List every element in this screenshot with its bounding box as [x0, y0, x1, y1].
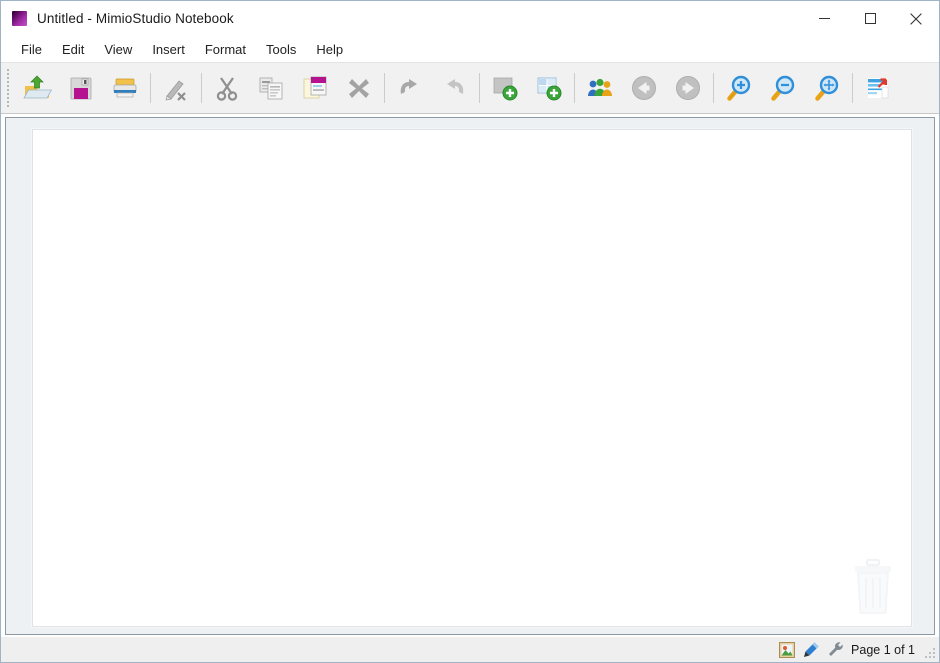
toolbar-separator: [150, 73, 151, 103]
full-screen-button[interactable]: [856, 66, 900, 110]
copy-document-icon: [259, 77, 283, 100]
scissors-icon: [216, 77, 238, 101]
pen-tool-icon: [803, 642, 819, 657]
toolbar-separator: [479, 73, 480, 103]
menu-item-format[interactable]: Format: [195, 39, 256, 60]
mimio-logo-icon: [12, 11, 27, 26]
duplicate-page-button[interactable]: [527, 66, 571, 110]
zoom-fit-button[interactable]: [805, 66, 849, 110]
window-controls: [801, 1, 939, 36]
gallery-picture-icon: [779, 641, 796, 658]
printer-icon: [113, 78, 137, 98]
menu-item-view[interactable]: View: [94, 39, 142, 60]
previous-page-button[interactable]: [622, 66, 666, 110]
copy-button[interactable]: [249, 66, 293, 110]
menu-item-tools[interactable]: Tools: [256, 39, 306, 60]
pen-tool-button[interactable]: [799, 640, 823, 660]
maximize-icon: [864, 13, 876, 24]
clear-ink-button[interactable]: [154, 66, 198, 110]
zoom-in-button[interactable]: [717, 66, 761, 110]
paste-clipboard-icon: [303, 76, 327, 99]
menu-item-edit[interactable]: Edit: [52, 39, 94, 60]
cut-button[interactable]: [205, 66, 249, 110]
arrow-left-circle-icon: [632, 76, 656, 100]
toolbar-separator: [852, 73, 853, 103]
menu-item-help[interactable]: Help: [306, 39, 353, 60]
gallery-button[interactable]: [775, 640, 799, 660]
close-icon: [910, 12, 922, 25]
group-people-icon: [588, 78, 612, 96]
save-button[interactable]: [59, 66, 103, 110]
tools-button[interactable]: [823, 640, 847, 660]
pen-erase-icon: [165, 80, 186, 101]
new-page-plus-icon: [493, 77, 518, 101]
canvas-workspace[interactable]: [5, 117, 935, 635]
delete-button[interactable]: [337, 66, 381, 110]
application-window: Untitled - MimioStudio Notebook File Edi…: [0, 0, 940, 663]
undo-arrow-icon: [400, 79, 417, 94]
open-file-button[interactable]: [15, 66, 59, 110]
title-bar: Untitled - MimioStudio Notebook: [1, 1, 939, 36]
toolbar-separator: [384, 73, 385, 103]
toolbar-drag-handle[interactable]: [4, 67, 12, 109]
resize-grip-icon[interactable]: [921, 640, 937, 660]
paste-button[interactable]: [293, 66, 337, 110]
redo-arrow-icon: [447, 79, 464, 94]
duplicate-page-plus-icon: [537, 77, 562, 101]
collaborate-button[interactable]: [578, 66, 622, 110]
undo-button[interactable]: [388, 66, 432, 110]
window-title: Untitled - MimioStudio Notebook: [37, 11, 234, 26]
close-button[interactable]: [893, 1, 939, 36]
page-indicator: Page 1 of 1: [851, 642, 915, 657]
menu-item-file[interactable]: File: [11, 39, 52, 60]
toolbar-separator: [713, 73, 714, 103]
redo-button[interactable]: [432, 66, 476, 110]
menu-bar: File Edit View Insert Format Tools Help: [1, 36, 939, 62]
next-page-button[interactable]: [666, 66, 710, 110]
arrow-right-circle-icon: [676, 76, 700, 100]
main-toolbar: [1, 62, 939, 114]
new-page-button[interactable]: [483, 66, 527, 110]
minimize-button[interactable]: [801, 1, 847, 36]
trash-can-icon: [855, 558, 891, 614]
fullscreen-export-icon: [868, 78, 889, 99]
status-bar: Page 1 of 1: [1, 637, 939, 662]
menu-item-insert[interactable]: Insert: [142, 39, 195, 60]
minimize-icon: [818, 18, 830, 19]
print-button[interactable]: [103, 66, 147, 110]
floppy-disk-save-icon: [70, 77, 92, 100]
zoom-out-button[interactable]: [761, 66, 805, 110]
toolbar-separator: [201, 73, 202, 103]
notebook-page[interactable]: [32, 129, 912, 627]
maximize-button[interactable]: [847, 1, 893, 36]
magnifier-fit-icon: [815, 75, 839, 101]
wrench-tool-icon: [828, 642, 843, 656]
toolbar-separator: [574, 73, 575, 103]
magnifier-minus-icon: [771, 75, 795, 101]
magnifier-plus-icon: [727, 75, 751, 101]
delete-x-icon: [349, 79, 369, 98]
open-folder-icon: [23, 75, 52, 99]
